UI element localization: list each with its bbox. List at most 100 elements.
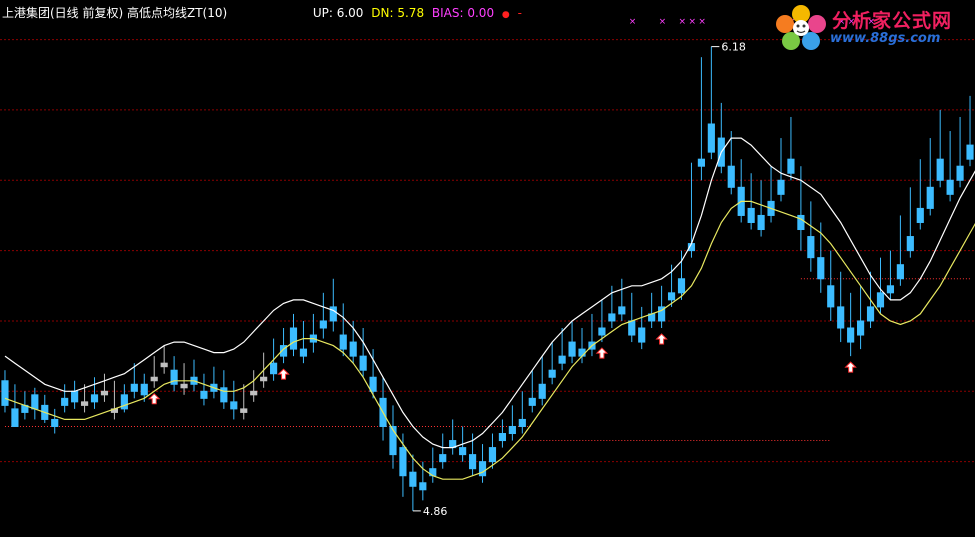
watermark-logo: 分析家公式网 www.88gs.com	[772, 4, 967, 50]
high-price-label: 6.18	[721, 41, 746, 54]
candle-body	[419, 482, 427, 491]
buy-arrow-icon	[277, 368, 290, 380]
candle-body	[578, 348, 586, 357]
watermark-title: 分析家公式网	[832, 10, 953, 32]
candle-body	[548, 369, 556, 378]
dn-value: DN: 5.78	[371, 6, 425, 20]
low-price-label: 4.86	[423, 505, 448, 518]
candle-body	[71, 390, 79, 403]
lower-band-line	[4, 200, 975, 480]
candle-body	[319, 320, 327, 329]
indicator-header: 上港集团(日线 前复权) 高低点均线ZT(10) UP: 6.00 DN: 5.…	[2, 4, 526, 21]
candle-body	[1, 380, 9, 406]
candle-body	[459, 447, 467, 456]
candle-body	[558, 355, 566, 364]
candle-body	[797, 214, 805, 231]
top-marker-icon: ×	[698, 17, 706, 27]
candle-body	[608, 313, 616, 322]
buy-arrow-icon	[595, 347, 609, 359]
candle-body	[876, 292, 885, 308]
candle-body	[777, 179, 785, 195]
candle-body	[857, 320, 865, 336]
candle-body	[727, 165, 735, 188]
flower-logo-icon	[776, 5, 826, 50]
top-marker-icon: ×	[688, 17, 696, 27]
candle-body	[270, 362, 278, 375]
candle-body	[130, 383, 138, 392]
candle-body	[568, 341, 576, 357]
candle-body	[498, 433, 507, 442]
candle-body	[628, 320, 636, 336]
candle-body	[160, 362, 168, 368]
candle-body	[946, 179, 954, 195]
candle-body	[817, 257, 825, 280]
candle-body	[61, 397, 69, 406]
candle-body	[618, 306, 626, 315]
candle-body	[439, 454, 447, 463]
candle-body	[399, 447, 407, 477]
candle-body	[807, 236, 815, 259]
up-value: UP: 6.00	[312, 6, 364, 20]
candle-body	[31, 394, 39, 410]
buy-arrow-icon	[844, 361, 857, 373]
candle-body	[230, 401, 238, 410]
candle-body	[866, 306, 875, 322]
candle-body	[11, 408, 19, 427]
candle-body	[409, 471, 417, 487]
candle-body	[349, 341, 357, 357]
candle-body	[200, 390, 208, 399]
candle-body	[936, 158, 944, 181]
buy-arrow-icon	[148, 393, 161, 405]
candle-body	[478, 461, 487, 477]
candle-body	[80, 401, 89, 406]
bias-value: BIAS: 0.00	[431, 6, 495, 20]
candle-body	[528, 397, 536, 406]
candle-body	[956, 165, 964, 181]
candle-body	[508, 425, 516, 435]
candle-body	[757, 214, 765, 231]
candles-layer	[1, 46, 974, 511]
buy-arrow-icon	[655, 333, 668, 345]
bias-dot-icon: ●	[501, 10, 510, 20]
candle-body	[827, 285, 835, 308]
candle-body	[667, 292, 676, 301]
band-lines	[4, 137, 975, 480]
support-lines	[4, 278, 971, 442]
chart-title: 上港集团(日线 前复权) 高低点均线ZT(10)	[2, 6, 228, 20]
candle-body	[369, 376, 377, 392]
candle-body	[847, 327, 855, 343]
candle-body	[100, 390, 109, 396]
candle-body	[966, 144, 974, 160]
candle-body	[299, 348, 308, 357]
candle-body	[250, 390, 258, 396]
chart-grid	[0, 39, 975, 463]
candlestick-chart[interactable]: ×××××××××× 6.18 4.86	[0, 0, 975, 537]
candle-body	[906, 236, 914, 252]
candle-body	[150, 376, 158, 382]
candle-body	[677, 278, 686, 294]
candle-body	[289, 327, 298, 350]
candle-body	[518, 418, 526, 427]
candle-body	[747, 207, 755, 223]
candle-body	[339, 334, 347, 350]
candle-body	[837, 306, 845, 329]
candle-body	[538, 383, 546, 399]
top-marker-icon: ×	[659, 17, 667, 27]
candle-body	[916, 207, 924, 223]
candle-body	[638, 327, 646, 343]
candle-body	[896, 264, 904, 280]
candle-body	[180, 383, 188, 389]
candle-body	[787, 158, 795, 174]
candle-body	[240, 408, 248, 413]
candle-body	[926, 186, 934, 209]
candle-body	[707, 123, 715, 153]
candle-body	[886, 285, 895, 294]
bias-dash: -	[517, 6, 522, 20]
candle-body	[140, 383, 148, 396]
candle-body	[468, 454, 477, 470]
candle-body	[90, 394, 99, 403]
candle-body	[488, 447, 497, 463]
watermark-url: www.88gs.com	[830, 31, 941, 46]
candle-body	[359, 355, 367, 371]
top-marker-icon: ×	[629, 17, 637, 27]
